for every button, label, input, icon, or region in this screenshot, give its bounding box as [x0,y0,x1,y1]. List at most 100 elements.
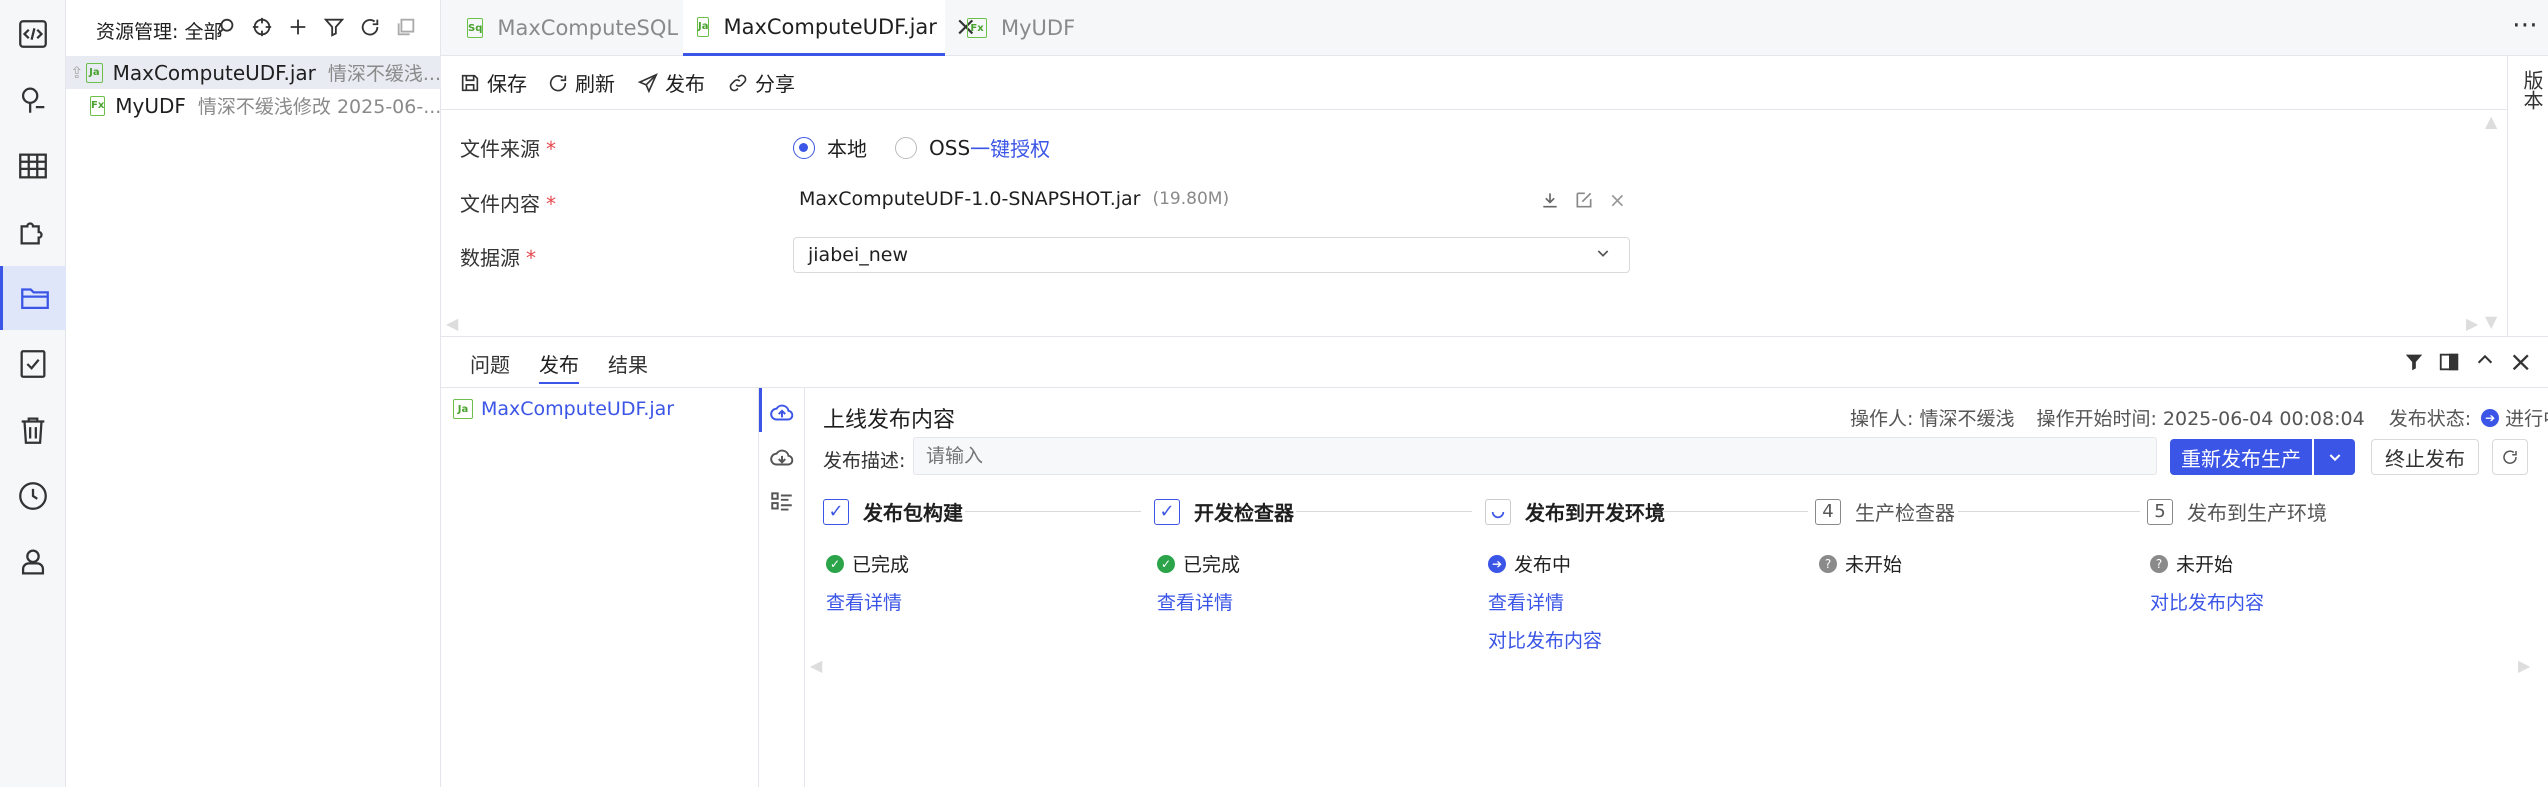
step-number: 4 [1815,498,1841,525]
panel-tabs: 问题 发布 结果 × [441,336,2548,388]
tree-item-name: MyUDF [115,93,186,118]
refresh-icon[interactable] [358,14,382,40]
desc-label: 发布描述: [823,450,906,472]
step-status: ✓ 已完成 [826,550,909,577]
stop-publish-button[interactable]: 终止发布 [2371,439,2479,475]
radio-local[interactable]: 本地 [793,133,867,162]
list-icon[interactable] [769,489,795,519]
chevron-down-icon [1595,244,1611,266]
publish-button[interactable]: 发布 [637,68,705,97]
tree-item-name: MaxComputeUDF.jar [112,60,316,85]
tab-maxcomputeudf-jar[interactable]: Ja MaxComputeUDF.jar × [683,0,977,56]
table-icon[interactable] [0,134,66,198]
source-radio-group: 本地 OSS 一键授权 [793,133,1050,162]
close-icon[interactable]: × [2509,345,2532,378]
refresh-button[interactable] [2492,439,2528,475]
tab-results[interactable]: 结果 [608,349,648,378]
success-icon: ✓ [826,554,844,573]
step-status: ✓ 已完成 [1157,550,1240,577]
radio-unchecked-icon [895,136,917,159]
republish-button[interactable]: 重新发布生产 [2170,439,2312,475]
operator: 操作人: 情深不缓浅 [1850,408,2015,430]
more-icon[interactable]: ⋯ [2512,10,2538,40]
tree-item-jar[interactable]: ⇪ Ja MaxComputeUDF.jar 情深不缓浅... [66,56,441,89]
pin-icon[interactable] [0,68,66,132]
editor-tabs: Sq MaxComputeSQL Ja MaxComputeUDF.jar × … [441,0,2548,56]
tab-problems[interactable]: 问题 [470,349,510,378]
remove-icon[interactable]: × [1609,188,1626,212]
datasource-select[interactable]: jiabei_new [793,237,1630,273]
tree-item-meta: 情深不缓浅修改 2025-06-... [197,96,441,118]
search-icon[interactable] [214,14,238,40]
split-view-icon[interactable] [2438,351,2460,377]
code-icon[interactable] [0,2,66,66]
sql-file-icon: Sq [467,18,484,38]
edit-icon[interactable] [1574,190,1594,214]
file-name: MaxComputeUDF-1.0-SNAPSHOT.jar [799,188,1141,210]
send-icon [637,72,658,93]
download-icon[interactable] [1540,190,1560,214]
active-indicator [759,388,762,432]
scroll-up-icon[interactable]: ▲ [2485,112,2497,131]
view-details-link[interactable]: 查看详情 [1488,588,1564,615]
collapse-all-icon[interactable] [394,14,418,40]
compare-content-link[interactable]: 对比发布内容 [1488,626,1602,653]
checklist-icon[interactable] [0,332,66,396]
step-title: 发布到开发环境 [1525,501,1665,525]
scroll-right-icon[interactable]: ▶ [2466,314,2478,333]
status-text: 未开始 [1845,554,1903,576]
step-check-icon: ✓ [1154,498,1180,525]
filter-icon[interactable] [2403,351,2425,377]
link-icon [729,74,747,91]
publish-label: 发布 [665,72,705,96]
filter-icon[interactable] [322,14,346,40]
function-file-icon: Fx [90,95,106,116]
scroll-right-icon[interactable]: ▶ [2518,656,2530,675]
republish-dropdown[interactable] [2314,439,2355,475]
cloud-upload-icon[interactable] [769,400,795,430]
publish-side-icons [759,388,805,787]
scroll-left-icon[interactable]: ◀ [446,314,458,333]
step-title: 发布到生产环境 [2187,501,2327,525]
tab-publish[interactable]: 发布 [539,349,579,384]
toolbar: 保存 刷新 发布 分享 [441,56,2507,110]
step-status: ? 未开始 [1819,550,1902,577]
view-details-link[interactable]: 查看详情 [826,588,902,615]
person-icon[interactable] [0,530,66,594]
puzzle-icon[interactable] [0,200,66,264]
scroll-down-icon[interactable]: ▼ [2485,312,2497,331]
chevron-up-icon[interactable] [2474,349,2496,375]
oss-auth-link[interactable]: 一键授权 [970,133,1050,162]
tab-maxcomputesql[interactable]: Sq MaxComputeSQL [453,0,685,56]
source-label: 文件来源 * [460,137,556,161]
radio-oss[interactable]: OSS [895,136,970,160]
pending-icon: ? [1819,554,1837,573]
step-connector [965,511,1141,512]
scroll-left-icon[interactable]: ◀ [810,656,822,675]
datasource-value: jiabei_new [808,244,909,266]
tab-myudf[interactable]: Fx MyUDF [953,0,1093,56]
in-progress-icon: ➔ [1488,554,1506,573]
refresh-label: 刷新 [575,72,615,96]
plus-icon[interactable] [286,14,310,40]
start-time: 操作开始时间: 2025-06-04 00:08:04 [2036,408,2365,430]
tree-item-udf[interactable]: Fx MyUDF 情深不缓浅修改 2025-06-... [66,89,441,122]
view-details-link[interactable]: 查看详情 [1157,588,1233,615]
clock-icon[interactable] [0,464,66,528]
share-button[interactable]: 分享 [727,68,795,97]
refresh-button[interactable]: 刷新 [547,68,615,97]
folder-icon[interactable] [0,266,66,330]
function-file-icon: Fx [967,18,987,38]
desc-input[interactable] [913,437,2157,475]
step-deploy-prod: 5 发布到生产环境 [2147,497,2327,526]
version-side-panel[interactable]: 版本 [2507,56,2548,336]
step-connector [1662,511,1808,512]
cloud-download-icon[interactable] [769,445,795,475]
step-build: ✓ 发布包构建 [823,497,963,526]
trash-icon[interactable] [0,398,66,462]
locate-icon[interactable] [250,14,274,40]
save-button[interactable]: 保存 [459,68,527,97]
list-item[interactable]: Ja MaxComputeUDF.jar [453,398,674,420]
tree-item-meta: 情深不缓浅... [327,63,441,85]
compare-content-link[interactable]: 对比发布内容 [2150,588,2264,615]
